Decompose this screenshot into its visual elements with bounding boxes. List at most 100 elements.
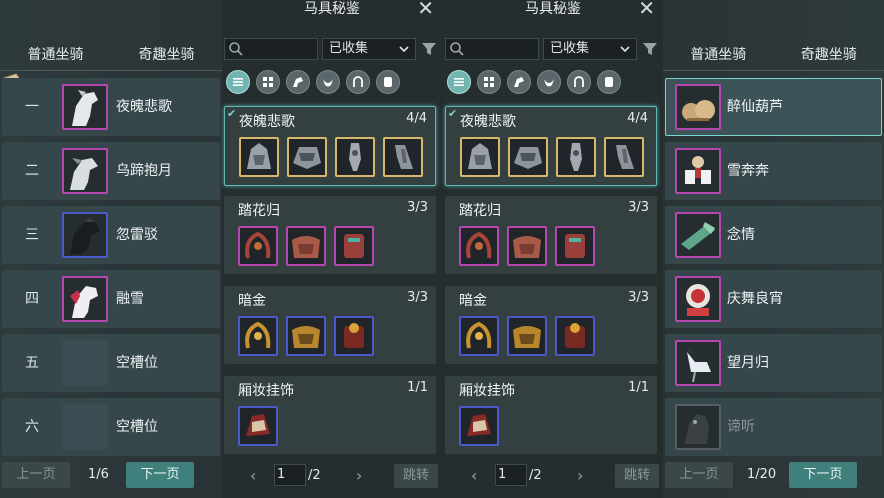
bridle-piece-icon[interactable] — [238, 316, 278, 356]
fun-mount-list: 普通坐骑 奇趣坐骑 醉仙葫芦 雪奔奔 念情 庆舞良宵 望月归 谛听 上一页 1/… — [663, 0, 884, 498]
ornament-icon[interactable] — [376, 70, 400, 94]
set-card-4[interactable]: 厢妆挂饰 1/1 — [224, 376, 436, 454]
collection-filter-select[interactable]: 已收集 — [322, 38, 416, 60]
mount-slot-6[interactable]: 六 空槽位 — [2, 398, 220, 456]
set-card-1[interactable]: ✔ 夜魄悲歌 4/4 — [224, 106, 436, 186]
saddle-piece-icon[interactable] — [286, 316, 326, 356]
mount-name: 念情 — [727, 227, 755, 243]
mount-name: 庆舞良宵 — [727, 291, 783, 307]
list-all-icon[interactable] — [447, 70, 471, 94]
panel-pager: ‹ 1 /2 › 跳转 — [443, 464, 663, 488]
fun-mount-slot-1[interactable]: 醉仙葫芦 — [665, 78, 882, 136]
set-card-1[interactable]: ✔ 夜魄悲歌 4/4 — [445, 106, 657, 186]
prev-arrow-icon[interactable]: ‹ — [471, 464, 477, 488]
collection-filter-select[interactable]: 已收集 — [543, 38, 637, 60]
prev-arrow-icon[interactable]: ‹ — [250, 464, 256, 488]
next-arrow-icon[interactable]: › — [577, 464, 583, 488]
fun-mount-slot-6[interactable]: 谛听 — [665, 398, 882, 456]
saddle-piece-icon[interactable] — [507, 226, 547, 266]
jump-button[interactable]: 跳转 — [394, 464, 438, 488]
set-card-3[interactable]: 暗金 3/3 — [224, 286, 436, 364]
armor-piece-icon[interactable] — [287, 137, 327, 177]
panel-title: 马具秘鉴 — [304, 1, 360, 17]
set-card-3[interactable]: 暗金 3/3 — [445, 286, 657, 364]
fun-mount-slot-2[interactable]: 雪奔奔 — [665, 142, 882, 200]
set-name: 厢妆挂饰 — [238, 383, 294, 399]
ornament-piece-icon[interactable] — [238, 406, 278, 446]
mount-name: 空槽位 — [116, 419, 158, 435]
saddle-icon[interactable] — [537, 70, 561, 94]
fun-mount-slot-3[interactable]: 念情 — [665, 206, 882, 264]
armor-piece-icon[interactable] — [604, 137, 644, 177]
mount-slot-5[interactable]: 五 空槽位 — [2, 334, 220, 392]
page-input[interactable]: 1 — [495, 464, 527, 486]
armor-piece-icon[interactable] — [383, 137, 423, 177]
stirrup-icon[interactable] — [567, 70, 591, 94]
page-indicator: 1/20 — [747, 467, 777, 482]
set-name: 暗金 — [459, 293, 487, 309]
set-card-2[interactable]: 踏花归 3/3 — [224, 196, 436, 274]
tab-normal-mounts[interactable]: 普通坐骑 — [663, 44, 774, 64]
next-page-button[interactable]: 下一页 — [789, 462, 857, 488]
tab-normal-mounts[interactable]: 普通坐骑 — [0, 44, 111, 64]
gourd-mount-icon — [675, 84, 721, 130]
jade-scroll-icon — [675, 212, 721, 258]
saddle-icon[interactable] — [316, 70, 340, 94]
list-all-icon[interactable] — [226, 70, 250, 94]
saddle-piece-icon[interactable] — [507, 316, 547, 356]
mount-name: 醉仙葫芦 — [727, 99, 783, 115]
stirrup-piece-icon[interactable] — [334, 316, 374, 356]
category-icons — [224, 70, 440, 96]
next-arrow-icon[interactable]: › — [356, 464, 362, 488]
page-input[interactable]: 1 — [274, 464, 306, 486]
next-page-button[interactable]: 下一页 — [126, 462, 194, 488]
empty-slot-icon — [62, 404, 108, 450]
mount-slot-3[interactable]: 三 忽雷驳 — [2, 206, 220, 264]
grid-icon[interactable] — [256, 70, 280, 94]
slot-number: 六 — [25, 419, 39, 435]
fun-mount-slot-5[interactable]: 望月归 — [665, 334, 882, 392]
prev-page-button[interactable]: 上一页 — [665, 462, 733, 488]
grid-icon[interactable] — [477, 70, 501, 94]
set-card-2[interactable]: 踏花归 3/3 — [445, 196, 657, 274]
set-name: 踏花归 — [238, 203, 280, 219]
fun-mount-slot-4[interactable]: 庆舞良宵 — [665, 270, 882, 328]
tab-fun-mounts[interactable]: 奇趣坐骑 — [111, 44, 222, 64]
check-icon: ✔ — [448, 107, 458, 120]
mount-slot-1[interactable]: 一 夜魄悲歌 — [2, 78, 220, 136]
mount-name: 乌蹄抱月 — [116, 163, 172, 179]
search-icon — [450, 42, 464, 56]
search-icon — [229, 42, 243, 56]
head-armor-icon[interactable] — [507, 70, 531, 94]
search-input[interactable] — [445, 38, 539, 60]
ornament-piece-icon[interactable] — [459, 406, 499, 446]
armor-piece-icon[interactable] — [239, 137, 279, 177]
bridle-piece-icon[interactable] — [459, 226, 499, 266]
armor-piece-icon[interactable] — [335, 137, 375, 177]
search-input[interactable] — [224, 38, 318, 60]
tab-fun-mounts[interactable]: 奇趣坐骑 — [774, 44, 884, 64]
mount-slot-4[interactable]: 四 融雪 — [2, 270, 220, 328]
saddle-piece-icon[interactable] — [286, 226, 326, 266]
jump-button[interactable]: 跳转 — [615, 464, 659, 488]
set-count: 1/1 — [628, 380, 649, 395]
head-armor-icon[interactable] — [286, 70, 310, 94]
filter-icon[interactable] — [642, 41, 658, 57]
close-icon[interactable]: ✕ — [417, 0, 434, 20]
armor-piece-icon[interactable] — [460, 137, 500, 177]
filter-icon[interactable] — [421, 41, 437, 57]
set-card-4[interactable]: 厢妆挂饰 1/1 — [445, 376, 657, 454]
armor-piece-icon[interactable] — [508, 137, 548, 177]
close-icon[interactable]: ✕ — [638, 0, 655, 20]
mount-slot-2[interactable]: 二 乌蹄抱月 — [2, 142, 220, 200]
bridle-piece-icon[interactable] — [238, 226, 278, 266]
set-name: 厢妆挂饰 — [459, 383, 515, 399]
stirrup-piece-icon[interactable] — [334, 226, 374, 266]
bridle-piece-icon[interactable] — [459, 316, 499, 356]
stirrup-piece-icon[interactable] — [555, 316, 595, 356]
stirrup-piece-icon[interactable] — [555, 226, 595, 266]
armor-piece-icon[interactable] — [556, 137, 596, 177]
prev-page-button[interactable]: 上一页 — [2, 462, 70, 488]
ornament-icon[interactable] — [597, 70, 621, 94]
stirrup-icon[interactable] — [346, 70, 370, 94]
